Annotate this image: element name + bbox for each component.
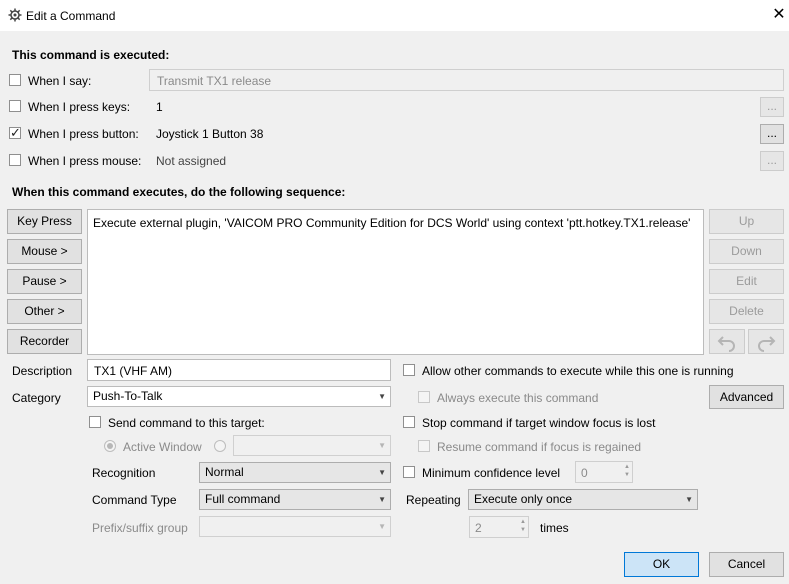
description-label: Description xyxy=(12,364,73,378)
keys-value: 1 xyxy=(156,100,163,114)
command-type-label: Command Type xyxy=(92,493,177,507)
redo-icon xyxy=(758,336,776,352)
down-button[interactable]: Down xyxy=(709,239,784,264)
category-label: Category xyxy=(12,391,61,405)
command-type-select[interactable]: Full command ▼ xyxy=(199,489,391,510)
resume-focus-label: Resume command if focus is regained xyxy=(437,440,642,454)
active-window-radio[interactable] xyxy=(104,440,116,452)
gear-icon xyxy=(8,8,22,22)
delete-button[interactable]: Delete xyxy=(709,299,784,324)
repeating-label: Repeating xyxy=(406,493,461,507)
always-execute-checkbox[interactable] xyxy=(418,391,430,403)
pause-button[interactable]: Pause > xyxy=(7,269,82,294)
min-confidence-checkbox[interactable] xyxy=(403,466,415,478)
mouse-label: When I press mouse: xyxy=(28,154,142,168)
min-confidence-label: Minimum confidence level xyxy=(422,466,561,480)
keys-checkbox[interactable] xyxy=(9,100,21,112)
allow-other-label: Allow other commands to execute while th… xyxy=(422,364,734,378)
always-execute-label: Always execute this command xyxy=(437,391,599,405)
list-item[interactable]: Execute external plugin, 'VAICOM PRO Com… xyxy=(88,210,703,236)
say-input-value: Transmit TX1 release xyxy=(157,74,272,88)
spinner-arrows-icon: ▲ ▼ xyxy=(624,464,630,478)
prefix-label: Prefix/suffix group xyxy=(92,521,188,535)
mouse-button[interactable]: Mouse > xyxy=(7,239,82,264)
recorder-button[interactable]: Recorder xyxy=(7,329,82,354)
chevron-down-icon: ▼ xyxy=(378,441,386,450)
active-window-label: Active Window xyxy=(123,440,202,454)
say-label: When I say: xyxy=(28,74,92,88)
min-confidence-stepper[interactable]: 0 ▲ ▼ xyxy=(575,461,633,483)
say-checkbox[interactable] xyxy=(9,74,21,86)
min-confidence-value: 0 xyxy=(581,466,588,480)
stop-focus-checkbox[interactable] xyxy=(403,416,415,428)
times-label: times xyxy=(540,521,569,535)
times-stepper[interactable]: 2 ▲ ▼ xyxy=(469,516,529,538)
sequence-heading: When this command executes, do the follo… xyxy=(12,185,346,199)
mouse-checkbox[interactable] xyxy=(9,154,21,166)
keys-ellipsis-button[interactable]: ... xyxy=(760,97,784,117)
recognition-label: Recognition xyxy=(92,466,156,480)
keys-label: When I press keys: xyxy=(28,100,131,114)
executed-heading: This command is executed: xyxy=(12,48,170,62)
repeating-value: Execute only once xyxy=(474,492,573,506)
key-press-button[interactable]: Key Press xyxy=(7,209,82,234)
resume-focus-checkbox[interactable] xyxy=(418,440,430,452)
button-label: When I press button: xyxy=(28,127,139,141)
category-value: Push-To-Talk xyxy=(93,389,163,403)
prefix-select[interactable]: ▼ xyxy=(199,516,391,537)
chevron-down-icon: ▼ xyxy=(378,495,386,504)
spinner-arrows-icon: ▲ ▼ xyxy=(520,519,526,533)
button-value: Joystick 1 Button 38 xyxy=(156,127,264,141)
other-button[interactable]: Other > xyxy=(7,299,82,324)
button-ellipsis-button[interactable]: ... xyxy=(760,124,784,144)
target-window-radio[interactable] xyxy=(214,440,226,452)
redo-button[interactable] xyxy=(748,329,784,354)
close-icon[interactable]: ✕ xyxy=(770,6,788,24)
chevron-down-icon: ▼ xyxy=(685,495,693,504)
undo-button[interactable] xyxy=(709,329,745,354)
category-select[interactable]: Push-To-Talk ▼ xyxy=(87,386,391,407)
allow-other-checkbox[interactable] xyxy=(403,364,415,376)
chevron-down-icon: ▼ xyxy=(378,522,386,531)
stop-focus-label: Stop command if target window focus is l… xyxy=(422,416,656,430)
advanced-button[interactable]: Advanced xyxy=(709,385,784,409)
up-button[interactable]: Up xyxy=(709,209,784,234)
times-value: 2 xyxy=(475,521,482,535)
description-input[interactable]: TX1 (VHF AM) xyxy=(87,359,391,381)
ok-button[interactable]: OK xyxy=(624,552,699,577)
description-value: TX1 (VHF AM) xyxy=(94,364,173,378)
say-input[interactable]: Transmit TX1 release xyxy=(149,69,784,91)
mouse-value: Not assigned xyxy=(156,154,227,168)
mouse-ellipsis-button[interactable]: ... xyxy=(760,151,784,171)
undo-icon xyxy=(717,336,735,352)
recognition-select[interactable]: Normal ▼ xyxy=(199,462,391,483)
button-checkbox[interactable] xyxy=(9,125,21,141)
send-target-checkbox[interactable] xyxy=(89,416,101,428)
edit-button[interactable]: Edit xyxy=(709,269,784,294)
chevron-down-icon: ▼ xyxy=(378,392,386,401)
repeating-select[interactable]: Execute only once ▼ xyxy=(468,489,698,510)
window-title: Edit a Command xyxy=(26,9,116,23)
send-target-label: Send command to this target: xyxy=(108,416,265,430)
sequence-list[interactable]: Execute external plugin, 'VAICOM PRO Com… xyxy=(87,209,704,355)
title-bar xyxy=(0,0,789,31)
target-window-select[interactable]: ▼ xyxy=(233,435,391,456)
cancel-button[interactable]: Cancel xyxy=(709,552,784,577)
command-type-value: Full command xyxy=(205,492,281,506)
chevron-down-icon: ▼ xyxy=(378,468,386,477)
recognition-value: Normal xyxy=(205,465,244,479)
